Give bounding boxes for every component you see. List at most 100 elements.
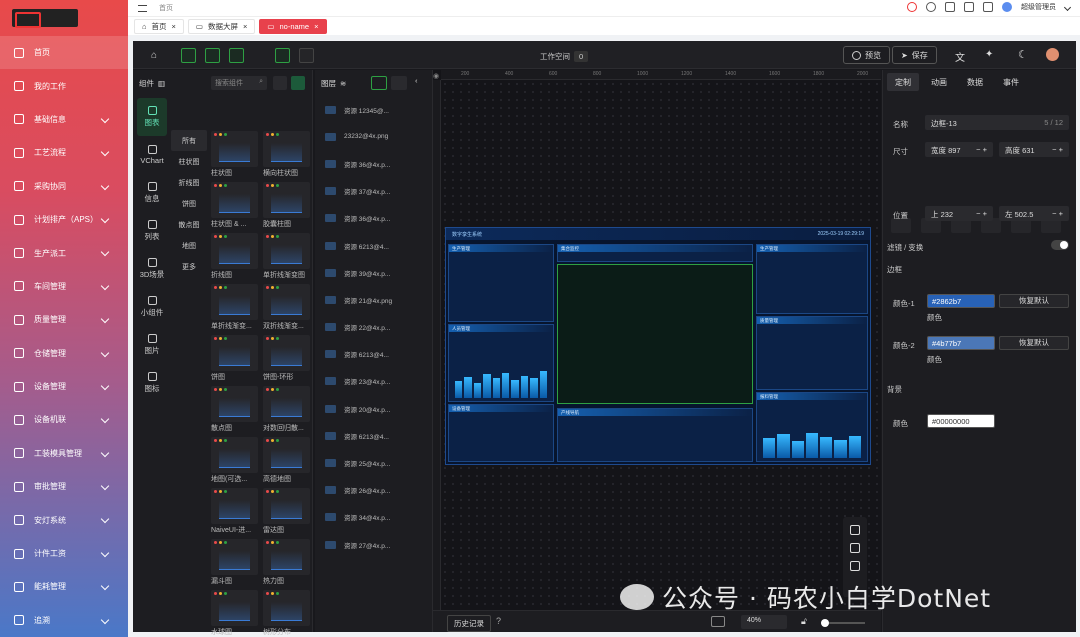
reset-color2-button[interactable]: 恢复默认 <box>999 336 1069 350</box>
sidebar-item[interactable]: 我的工作 <box>0 69 128 102</box>
layer-item[interactable]: 资源 36@4x.p... <box>315 150 432 177</box>
user-name[interactable]: 超级管理员 <box>1021 2 1056 12</box>
component-card[interactable]: NaiveUI-进... <box>211 488 258 534</box>
subcategory-item[interactable]: 地图 <box>171 235 207 256</box>
redo-button[interactable] <box>299 48 314 63</box>
message-icon[interactable] <box>907 2 917 12</box>
subcategory-item[interactable]: 柱状图 <box>171 151 207 172</box>
category-item[interactable]: 列表 <box>137 212 167 250</box>
layer-item[interactable]: 资源 22@4x.p... <box>315 314 432 341</box>
sidebar-item[interactable]: 审批管理 <box>0 470 128 503</box>
filter-toggle[interactable] <box>1051 240 1069 250</box>
sidebar-item[interactable]: 生产派工 <box>0 236 128 269</box>
moon-icon[interactable]: ☾ <box>1018 48 1028 61</box>
layer-item[interactable]: 资源 21@4x.png <box>315 286 432 313</box>
layer-item[interactable]: 资源 39@4x.p... <box>315 259 432 286</box>
chevron-down-icon[interactable] <box>1063 3 1072 11</box>
tab-home[interactable]: ⌂ 首页 × <box>134 18 184 34</box>
width-input[interactable]: 宽度 897 − + <box>925 142 993 157</box>
tab-dashboard[interactable]: ▭ 数据大屏 × <box>187 18 256 34</box>
lock-icon[interactable]: 🔓︎ <box>801 616 807 627</box>
reset-color1-button[interactable]: 恢复默认 <box>999 294 1069 308</box>
search-icon[interactable] <box>926 2 936 12</box>
layer-item[interactable]: 资源 36@4x.p... <box>315 205 432 232</box>
property-tab[interactable]: 动画 <box>923 73 955 91</box>
component-card[interactable]: 单折线渐变... <box>211 284 258 330</box>
layer-view-toggle[interactable] <box>371 76 387 90</box>
view-toggle-grid[interactable] <box>291 76 305 90</box>
color2-swatch[interactable]: #4b77b7 <box>927 336 995 350</box>
component-card[interactable]: 雷达图 <box>263 488 310 534</box>
color1-swatch[interactable]: #2862b7 <box>927 294 995 308</box>
zoom-select[interactable]: 40% <box>741 615 787 629</box>
component-card[interactable]: 胶囊柱图 <box>263 182 310 228</box>
translate-icon[interactable]: 文 <box>955 49 965 64</box>
category-item[interactable]: 图片 <box>137 326 167 364</box>
layer-item[interactable]: 资源 27@4x.p... <box>315 531 432 558</box>
category-item[interactable]: 图表 <box>137 98 167 136</box>
sidebar-item[interactable]: 质量管理 <box>0 303 128 336</box>
layer-item[interactable]: 资源 6213@4... <box>315 422 432 449</box>
layer-panel-toggle[interactable] <box>205 48 220 63</box>
component-card[interactable]: 高德地图 <box>263 437 310 483</box>
help-icon[interactable]: ? <box>496 616 501 626</box>
monitor-icon[interactable] <box>983 2 993 12</box>
layer-item[interactable]: 资源 6213@4... <box>315 232 432 259</box>
component-card[interactable]: 饼图 <box>211 335 258 381</box>
name-input[interactable]: 边框-13 5 / 12 <box>925 115 1069 130</box>
dashboard-preview[interactable]: 数字孪生系统 2025-03-19 02:29:19 生产管理 人员管理 设备管理… <box>445 227 871 465</box>
sidebar-item[interactable]: 仓储管理 <box>0 337 128 370</box>
home-icon[interactable]: ⌂ <box>151 50 157 61</box>
layout-icon[interactable] <box>711 616 725 627</box>
view-toggle-list[interactable] <box>273 76 287 90</box>
sidebar-item[interactable]: 追溯 <box>0 604 128 637</box>
search-input[interactable]: 搜索组件 ⌕ <box>211 76 267 90</box>
subcategory-item[interactable]: 所有 <box>171 130 207 151</box>
undo-button[interactable] <box>275 48 290 63</box>
background-section[interactable]: 背景 <box>887 384 902 395</box>
close-icon[interactable]: × <box>314 22 318 31</box>
subcategory-item[interactable]: 饼图 <box>171 193 207 214</box>
bg-color-swatch[interactable]: #00000000 <box>927 414 995 428</box>
component-card[interactable]: 水球图 <box>211 590 258 636</box>
user-avatar[interactable] <box>1046 48 1059 61</box>
layer-list-toggle[interactable] <box>391 76 407 90</box>
component-card[interactable]: 热力图 <box>263 539 310 585</box>
component-card[interactable]: 树形分布 <box>263 590 310 636</box>
magic-icon[interactable]: ✦ <box>985 49 993 60</box>
subcategory-item[interactable]: 折线图 <box>171 172 207 193</box>
close-icon[interactable]: × <box>172 22 176 31</box>
print-icon[interactable] <box>964 2 974 12</box>
avatar[interactable] <box>1002 2 1012 12</box>
component-card[interactable]: 双折线渐变... <box>263 284 310 330</box>
sidebar-item[interactable]: 设备管理 <box>0 370 128 403</box>
component-card[interactable]: 地图(可选... <box>211 437 258 483</box>
component-card[interactable]: 横向柱状图 <box>263 131 310 177</box>
top-input[interactable]: 上 232 − + <box>925 206 993 221</box>
component-card[interactable]: 对数回归散... <box>263 386 310 432</box>
component-card[interactable]: 漏斗图 <box>211 539 258 585</box>
component-card[interactable]: 散点图 <box>211 386 258 432</box>
save-button[interactable]: ➤ 保存 <box>892 46 937 64</box>
property-tab[interactable]: 数据 <box>959 73 991 91</box>
border-section[interactable]: 边框 <box>887 264 902 275</box>
preview-button[interactable]: 预览 <box>843 46 890 64</box>
height-input[interactable]: 高度 631 − + <box>999 142 1069 157</box>
category-item[interactable]: VChart <box>137 136 167 174</box>
component-card[interactable]: 单折线渐变图 <box>263 233 310 279</box>
sidebar-item[interactable]: 设备机联 <box>0 403 128 436</box>
stepper-icon[interactable]: − + <box>1052 145 1063 154</box>
sidebar-item[interactable]: 工艺流程 <box>0 136 128 169</box>
filter-section[interactable]: 滤镜 / 变换 <box>887 242 923 253</box>
stepper-icon[interactable]: − + <box>1052 209 1063 218</box>
collapse-icon[interactable]: ‹ <box>415 76 418 85</box>
component-card[interactable]: 折线图 <box>211 233 258 279</box>
sidebar-item[interactable]: 能耗管理 <box>0 570 128 603</box>
layer-item[interactable]: 资源 34@4x.p... <box>315 504 432 531</box>
layer-item[interactable]: 资源 23@4x.p... <box>315 368 432 395</box>
config-panel-toggle[interactable] <box>229 48 244 63</box>
component-card[interactable]: 柱状图 <box>211 131 258 177</box>
sidebar-item[interactable]: 车间管理 <box>0 270 128 303</box>
breadcrumb[interactable]: 首页 <box>159 3 173 13</box>
chart-panel-toggle[interactable] <box>181 48 196 63</box>
